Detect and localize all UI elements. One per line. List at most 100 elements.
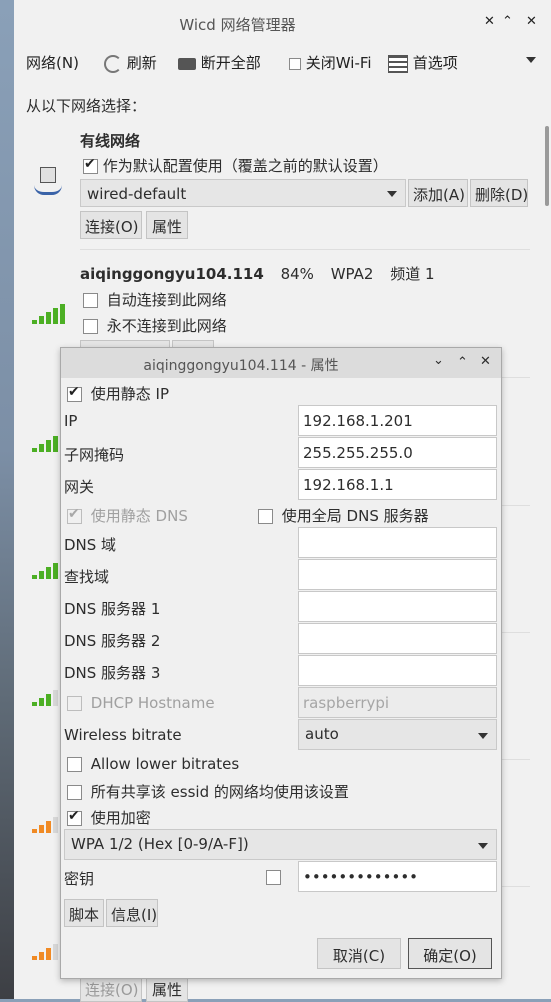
static-ip-label: 使用静态 IP <box>90 385 170 403</box>
disable-wifi-icon <box>289 57 301 70</box>
netmask-label: 子网掩码 <box>64 446 125 464</box>
dns-domain-field[interactable] <box>298 527 497 558</box>
allow-lower-checkbox[interactable] <box>67 757 82 772</box>
never-connect-checkbox[interactable] <box>83 319 98 334</box>
choose-network-label: 从以下网络选择： <box>26 97 147 115</box>
chevron-down-icon <box>478 843 488 849</box>
wired-network-title: 有线网络 <box>80 132 141 150</box>
cancel-button[interactable]: 取消(C) <box>317 938 401 969</box>
network-menu[interactable]: 网络(N) <box>26 52 79 73</box>
refresh-button[interactable]: 刷新 <box>104 52 157 73</box>
static-ip-checkbox[interactable] <box>67 384 82 402</box>
never-connect-row[interactable]: 永不连接到此网络 <box>83 315 227 336</box>
wired-profile-combo[interactable]: wired-default <box>80 179 406 207</box>
dialog-title-bar: aiqinggongyu104.114 - 属性 ⌄ ⌃ ✕ <box>61 348 501 378</box>
close-icon[interactable]: ✕ <box>526 14 537 29</box>
use-encryption-row[interactable]: 使用加密 <box>67 807 151 828</box>
refresh-label: 刷新 <box>126 54 157 72</box>
dns3-label: DNS 服务器 3 <box>64 664 161 682</box>
preferences-label: 首选项 <box>412 54 458 72</box>
gateway-field[interactable]: 192.168.1.1 <box>298 469 497 500</box>
show-key-checkbox[interactable] <box>266 870 281 885</box>
gateway-label: 网关 <box>64 478 95 496</box>
dhcp-hostname-field[interactable]: raspberrypi <box>298 687 497 718</box>
ip-field[interactable]: 192.168.1.201 <box>298 405 497 436</box>
dhcp-hostname-checkbox[interactable] <box>67 696 82 711</box>
disconnect-all-label: 断开全部 <box>200 54 261 72</box>
dns2-label: DNS 服务器 2 <box>64 632 161 650</box>
dhcp-hostname-label: DHCP Hostname <box>90 694 215 712</box>
plug-icon <box>178 57 196 70</box>
bitrate-label: Wireless bitrate <box>64 726 182 744</box>
wifi-ssid: aiqinggongyu104.114 <box>80 265 264 283</box>
bitrate-value: auto <box>305 725 339 743</box>
use-encryption-checkbox[interactable] <box>67 808 82 826</box>
preferences-icon <box>388 54 408 73</box>
toolbar-overflow-arrow-icon[interactable] <box>526 57 536 63</box>
global-dns-checkbox[interactable] <box>258 509 273 524</box>
wired-connect-button[interactable]: 连接(O) <box>80 211 142 239</box>
maximize-icon[interactable]: ⌃ <box>457 355 468 370</box>
wifi-encryption: WPA2 <box>330 265 374 283</box>
global-dns-label: 使用全局 DNS 服务器 <box>281 507 429 525</box>
dhcp-hostname-row[interactable]: DHCP Hostname <box>67 694 215 712</box>
wired-delete-button[interactable]: 删除(D) <box>470 179 528 207</box>
static-dns-label: 使用静态 DNS <box>90 507 188 525</box>
search-domain-field[interactable] <box>298 559 497 590</box>
scrollbar[interactable] <box>545 126 549 206</box>
signal-strength-icon <box>32 304 68 324</box>
wired-properties-button[interactable]: 属性 <box>146 211 188 239</box>
disable-wifi-button[interactable]: 关闭Wi-Fi <box>289 52 372 73</box>
chevron-down-icon <box>387 191 397 197</box>
disconnect-all-button[interactable]: 断开全部 <box>178 52 261 73</box>
wired-default-row[interactable]: 作为默认配置使用（覆盖之前的默认设置） <box>83 155 388 176</box>
netmask-field[interactable]: 255.255.255.0 <box>298 437 497 468</box>
script-button[interactable]: 脚本 <box>64 899 104 927</box>
properties-dialog: aiqinggongyu104.114 - 属性 ⌄ ⌃ ✕ 使用静态 IP I… <box>60 347 502 979</box>
encryption-type-combo[interactable]: WPA 1/2 (Hex [0-9/A-F]) <box>64 829 497 860</box>
disable-wifi-label: 关闭Wi-Fi <box>305 54 372 72</box>
static-dns-checkbox[interactable] <box>67 506 82 524</box>
key-label: 密钥 <box>64 870 95 888</box>
ip-label: IP <box>64 412 78 430</box>
auto-connect-row[interactable]: 自动连接到此网络 <box>83 289 227 310</box>
never-connect-label: 永不连接到此网络 <box>106 317 227 335</box>
wired-icon <box>34 167 62 197</box>
share-settings-checkbox[interactable] <box>67 785 82 800</box>
maximize-icon[interactable]: ⌃ <box>502 14 513 29</box>
wifi-network-header: aiqinggongyu104.114 84% WPA2 频道 1 <box>80 263 435 284</box>
minimize-icon[interactable]: ✕ <box>484 14 495 29</box>
separator <box>80 249 530 250</box>
encryption-type-value: WPA 1/2 (Hex [0-9/A-F]) <box>71 835 249 853</box>
share-settings-row[interactable]: 所有共享该 essid 的网络均使用该设置 <box>67 781 349 802</box>
close-icon[interactable]: ✕ <box>480 354 491 369</box>
minimize-icon[interactable]: ⌄ <box>433 353 444 368</box>
static-dns-row[interactable]: 使用静态 DNS <box>67 505 188 526</box>
allow-lower-label: Allow lower bitrates <box>90 755 240 773</box>
search-domain-label: 查找域 <box>64 568 110 586</box>
refresh-icon <box>104 54 122 73</box>
auto-connect-label: 自动连接到此网络 <box>106 291 227 309</box>
ok-button[interactable]: 确定(O) <box>408 938 492 969</box>
key-field[interactable]: ••••••••••••• <box>298 861 497 892</box>
dns2-field[interactable] <box>298 623 497 654</box>
preferences-button[interactable]: 首选项 <box>388 52 458 73</box>
share-settings-label: 所有共享该 essid 的网络均使用该设置 <box>90 783 349 801</box>
wired-default-checkbox[interactable] <box>83 156 98 174</box>
wifi-channel: 频道 1 <box>390 265 435 283</box>
use-encryption-label: 使用加密 <box>90 809 151 827</box>
static-ip-row[interactable]: 使用静态 IP <box>67 383 169 404</box>
allow-lower-row[interactable]: Allow lower bitrates <box>67 755 239 773</box>
bitrate-combo[interactable]: auto <box>298 719 497 750</box>
dns1-field[interactable] <box>298 591 497 622</box>
auto-connect-checkbox[interactable] <box>83 293 98 308</box>
title-bar: Wicd 网络管理器 ✕ ⌃ ✕ <box>14 0 551 46</box>
wired-add-button[interactable]: 添加(A) <box>408 179 468 207</box>
dns3-field[interactable] <box>298 655 497 686</box>
dns-domain-label: DNS 域 <box>64 536 117 554</box>
info-button[interactable]: 信息(I) <box>106 899 158 927</box>
dialog-title: aiqinggongyu104.114 - 属性 <box>143 358 339 374</box>
chevron-down-icon <box>478 733 488 739</box>
wired-profile-value: wired-default <box>87 185 187 203</box>
global-dns-row[interactable]: 使用全局 DNS 服务器 <box>258 505 429 526</box>
